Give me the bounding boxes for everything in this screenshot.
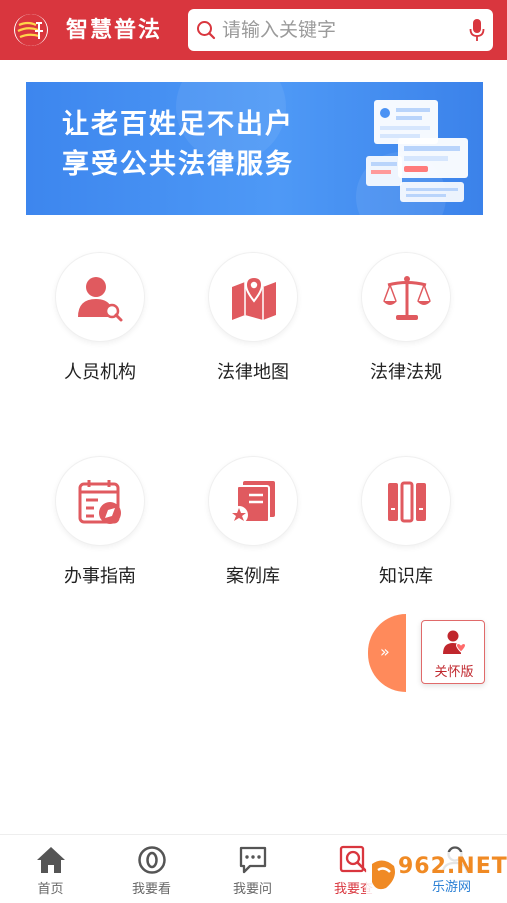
watermark-logo-icon bbox=[372, 860, 395, 890]
grid-item-label: 人员机构 bbox=[64, 362, 136, 383]
search-input[interactable] bbox=[222, 15, 452, 45]
grid-item-case-library[interactable]: 案例库 bbox=[193, 456, 313, 596]
watermark-text: 962.NET bbox=[398, 854, 507, 879]
nav-label: 我要问 bbox=[232, 882, 272, 897]
scales-icon bbox=[383, 276, 431, 320]
double-chevron-icon: » bbox=[380, 642, 390, 661]
banner-illustration-icon bbox=[366, 100, 468, 202]
grid-icon-circle bbox=[55, 456, 145, 546]
grid-item-laws-regulations[interactable]: 法律法规 bbox=[346, 252, 466, 392]
grid-item-label: 法律地图 bbox=[217, 362, 289, 383]
microphone-icon[interactable] bbox=[469, 18, 485, 42]
nav-label: 首页 bbox=[37, 882, 64, 897]
grid-icon-circle bbox=[361, 456, 451, 546]
grid-icon-circle bbox=[361, 252, 451, 342]
care-person-icon bbox=[443, 630, 466, 654]
grid-icon-circle bbox=[208, 456, 298, 546]
grid-item-law-map[interactable]: 法律地图 bbox=[193, 252, 313, 392]
nav-watch[interactable]: 我要看 bbox=[101, 835, 202, 903]
app-logo-icon bbox=[14, 14, 48, 46]
grid-icon-circle bbox=[208, 252, 298, 342]
person-search-icon bbox=[78, 277, 123, 322]
eye-icon bbox=[138, 846, 166, 874]
nav-label: 我要看 bbox=[131, 882, 171, 897]
grid-item-label: 知识库 bbox=[379, 566, 433, 587]
search-doc-icon bbox=[339, 845, 368, 873]
expand-drawer-button[interactable]: » bbox=[368, 614, 406, 692]
site-watermark: 962.NET 乐游网 bbox=[366, 852, 507, 900]
promo-banner[interactable]: 让老百姓足不出户 享受公共法律服务 bbox=[26, 82, 483, 215]
search-box[interactable] bbox=[188, 9, 493, 51]
chat-icon bbox=[239, 846, 267, 874]
case-book-icon bbox=[230, 481, 275, 524]
care-mode-button[interactable]: 关怀版 bbox=[421, 620, 485, 684]
app-title: 智慧普法 bbox=[66, 17, 163, 43]
calendar-compass-icon bbox=[78, 480, 121, 524]
app-header: 智慧普法 bbox=[0, 0, 507, 60]
grid-item-personnel[interactable]: 人员机构 bbox=[40, 252, 160, 392]
banner-headline: 让老百姓足不出户 bbox=[62, 109, 294, 140]
nav-ask[interactable]: 我要问 bbox=[202, 835, 303, 903]
nav-home[interactable]: 首页 bbox=[0, 835, 101, 903]
map-pin-icon bbox=[232, 275, 276, 320]
grid-item-service-guide[interactable]: 办事指南 bbox=[40, 456, 160, 596]
grid-item-label: 办事指南 bbox=[64, 566, 136, 587]
grid-item-label: 案例库 bbox=[226, 566, 280, 587]
grid-icon-circle bbox=[55, 252, 145, 342]
home-icon bbox=[37, 847, 65, 873]
search-icon bbox=[197, 21, 216, 40]
watermark-subtext: 乐游网 bbox=[432, 880, 472, 895]
care-mode-label: 关怀版 bbox=[434, 665, 474, 680]
grid-item-label: 法律法规 bbox=[370, 362, 442, 383]
bookshelf-icon bbox=[388, 481, 426, 523]
banner-subheadline: 享受公共法律服务 bbox=[62, 149, 294, 180]
grid-item-knowledge-base[interactable]: 知识库 bbox=[346, 456, 466, 596]
